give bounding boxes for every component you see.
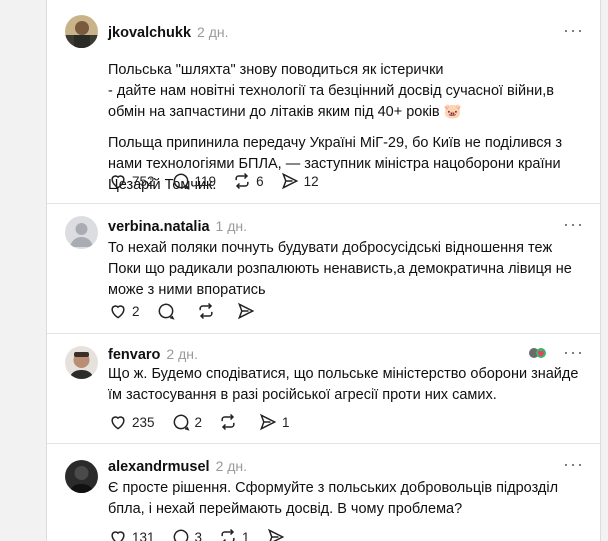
reply-post: verbina.natalia 1 дн. ··· То нехай поляки… [47,204,600,334]
post-time: 2 дн. [197,24,229,40]
repost-button[interactable] [218,412,242,432]
share-button[interactable] [266,527,290,541]
post-paragraph: Що ж. Будемо сподіватися, що польське мі… [108,366,579,403]
share-count: 1 [282,414,290,430]
comment-button[interactable] [156,301,180,321]
comment-button[interactable]: 3 [171,527,203,541]
username[interactable]: fenvaro [108,347,160,363]
post-author[interactable]: alexandrmusel 2 дн. [108,458,247,475]
heart-icon [111,531,125,541]
repost-button[interactable]: 1 [218,527,250,541]
post-actions: 2 [108,301,276,321]
post-paragraph: Польська "шляхта" знову поводиться як іс… [108,62,444,78]
comment-count: 2 [194,414,203,430]
comment-count: 119 [194,173,217,189]
post-paragraph: Є просте рішення. Сформуйте з польських … [108,480,559,517]
heart-icon [111,305,125,319]
thread-post: jkovalchukk 2 дн. ··· Польська "шляхта" з… [47,0,600,204]
share-count: 12 [303,173,319,189]
post-text: Є просте рішення. Сформуйте з польських … [108,478,582,520]
post-actions: 235 2 1 [108,412,306,432]
post-actions: 131 3 1 [108,527,306,541]
share-button[interactable]: 1 [258,412,290,432]
post-author[interactable]: verbina.natalia 1 дн. [108,218,247,235]
paper-plane-icon [281,172,298,190]
like-button[interactable]: 131 [108,527,155,541]
share-button[interactable] [236,301,260,321]
post-time: 1 дн. [215,218,248,234]
like-count: 131 [132,529,155,541]
post-paragraph: - дайте нам новітні технології та безцін… [108,83,554,120]
comment-bubble-icon [173,529,188,541]
reply-post: alexandrmusel 2 дн. ··· Є просте рішення.… [47,444,600,541]
avatar[interactable] [65,216,98,249]
comment-button[interactable]: 119 [171,171,217,191]
paper-plane-icon [267,528,284,541]
paper-plane-icon [260,413,277,431]
comment-bubble-icon [173,414,190,431]
liked-by-author-badge [528,346,548,364]
comment-bubble-icon [158,303,175,320]
reply-post: fenvaro 2 дн. ··· Що ж. Будемо сподіватис… [47,334,600,444]
comment-bubble-icon [173,173,190,190]
username[interactable]: alexandrmusel [108,459,210,475]
share-button[interactable]: 12 [280,171,319,191]
like-count: 752 [132,173,155,189]
post-author[interactable]: fenvaro 2 дн. [108,346,198,363]
like-count: 235 [132,414,155,430]
post-paragraph: То нехай поляки почнуть будувати добросу… [108,240,572,298]
like-button[interactable]: 235 [108,412,155,432]
avatar[interactable] [65,460,98,493]
more-options-icon[interactable]: ··· [563,20,584,41]
post-time: 2 дн. [215,458,248,474]
repost-icon [221,413,235,431]
repost-icon [235,172,249,190]
heart-icon [111,416,125,430]
comment-count: 3 [194,529,203,541]
post-actions: 752 119 6 12 [108,171,335,191]
repost-button[interactable] [196,301,220,321]
post-text: Що ж. Будемо сподіватися, що польське мі… [108,364,582,406]
avatar[interactable] [65,346,98,379]
like-count: 2 [132,303,140,319]
repost-icon [221,528,235,541]
like-button[interactable]: 2 [108,301,140,321]
post-text: То нехай поляки почнуть будувати добросу… [108,238,582,301]
more-options-icon[interactable]: ··· [563,214,584,235]
heart-icon [111,175,125,189]
post-author[interactable]: jkovalchukk 2 дн. [108,24,228,41]
paper-plane-icon [237,302,254,320]
repost-button[interactable]: 6 [232,171,264,191]
comment-button[interactable]: 2 [171,412,203,432]
like-button[interactable]: 752 [108,171,155,191]
username[interactable]: jkovalchukk [108,25,191,41]
repost-count: 1 [242,529,250,541]
avatar[interactable] [65,15,98,48]
username[interactable]: verbina.natalia [108,219,210,235]
repost-icon [198,302,213,320]
repost-count: 6 [256,173,264,189]
feed-viewport: jkovalchukk 2 дн. ··· Польська "шляхта" з… [0,0,608,541]
thread-card: jkovalchukk 2 дн. ··· Польська "шляхта" з… [46,0,601,541]
post-time: 2 дн. [166,346,198,362]
more-options-icon[interactable]: ··· [563,454,584,475]
more-options-icon[interactable]: ··· [563,342,584,363]
